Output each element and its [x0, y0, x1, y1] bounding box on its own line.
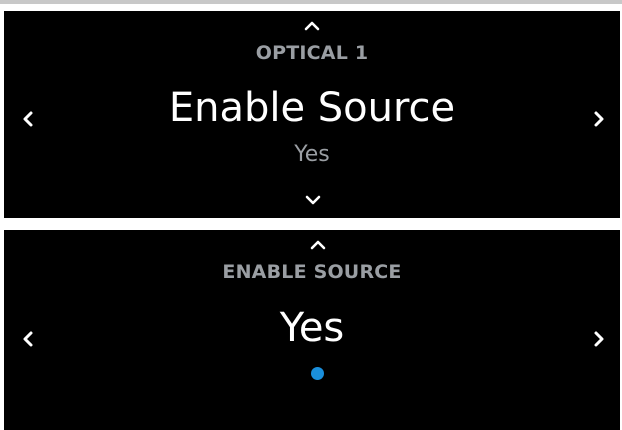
app-frame: OPTICAL 1 Enable Source Yes ENABLE SOURC…	[0, 0, 622, 430]
chevron-up-icon[interactable]	[304, 21, 320, 31]
top-divider	[0, 0, 622, 4]
section-heading: ENABLE SOURCE	[222, 261, 402, 283]
settings-screen-enable-source: ENABLE SOURCE Yes	[4, 230, 620, 430]
section-heading: OPTICAL 1	[255, 42, 369, 64]
chevron-down-icon[interactable]	[305, 195, 321, 205]
selection-dot-icon	[311, 367, 324, 380]
setting-title: Enable Source	[168, 85, 456, 131]
chevron-up-icon[interactable]	[310, 240, 326, 250]
chevron-right-icon[interactable]	[593, 330, 605, 348]
chevron-right-icon[interactable]	[593, 110, 605, 128]
setting-value: Yes	[294, 142, 330, 167]
settings-screen-optical: OPTICAL 1 Enable Source Yes	[4, 11, 620, 218]
option-value[interactable]: Yes	[4, 308, 620, 348]
